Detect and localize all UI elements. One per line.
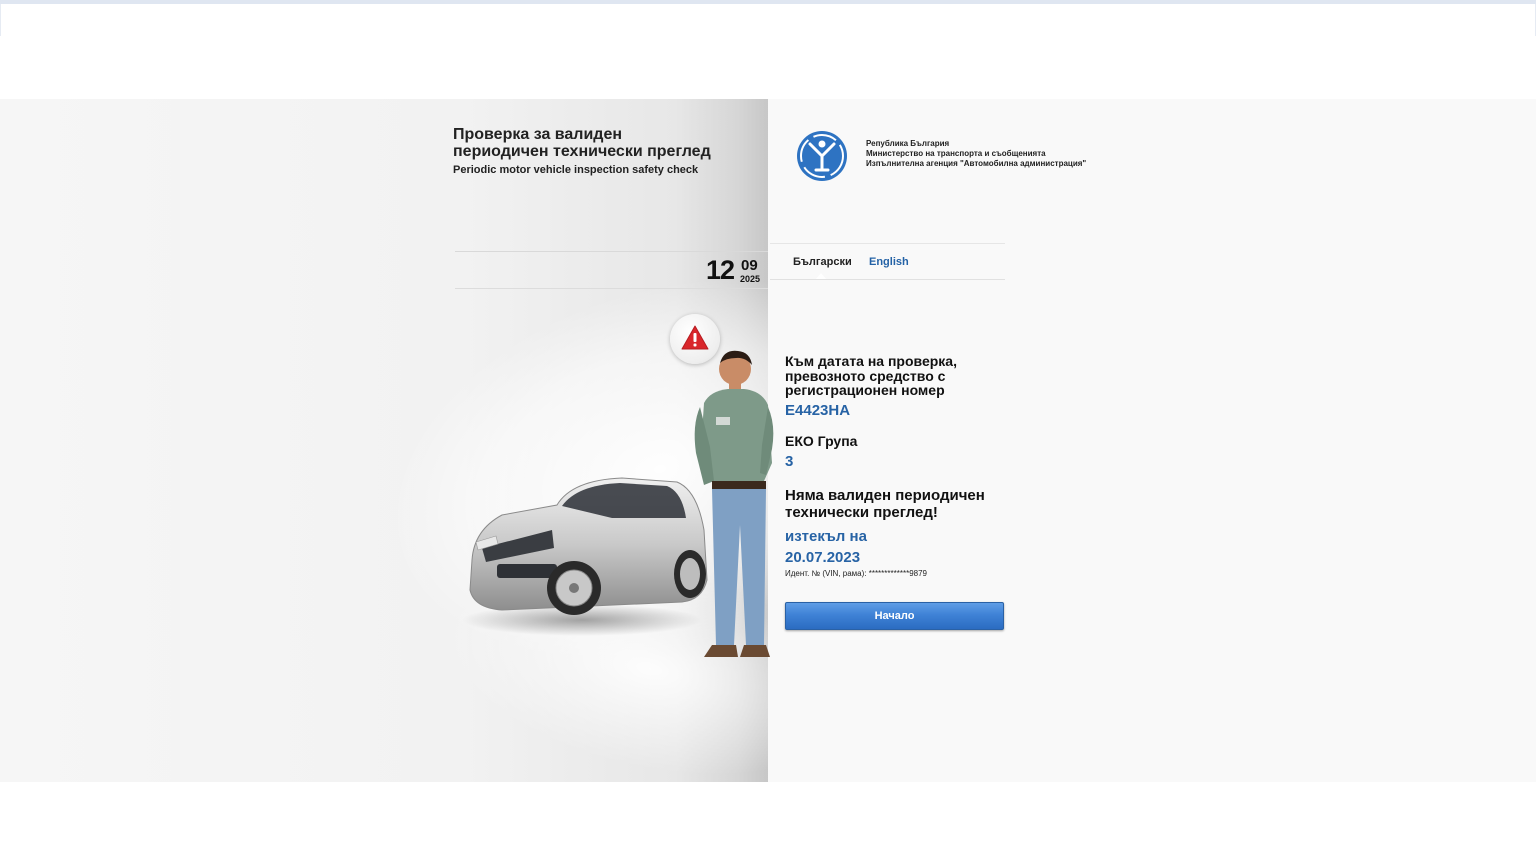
divider [770,243,1005,244]
expired-label: изтекъл на [785,527,867,545]
active-language-caret [816,273,826,279]
divider [770,279,1005,280]
agency-name: Република България Министерство на транс… [866,139,1086,169]
no-valid-inspection-warning: Няма валиден периодичен технически прегл… [785,487,1025,521]
agency-logo-icon [797,131,847,181]
date-day: 12 [706,255,735,285]
expired-date: 20.07.2023 [785,548,861,566]
inspector-illustration [694,350,774,657]
start-button[interactable]: Начало [785,602,1004,630]
current-date: 12 09 2025 [706,255,768,287]
page-title: Проверка за валиден периодичен техническ… [453,126,753,176]
vin-text: Идент. № (VIN, рама): *************9879 [785,568,927,578]
title-line-2: периодичен технически преглед [453,143,711,160]
result-label: Към датата на проверка, превозното средс… [785,354,1025,398]
agency-line-1: Република България [866,139,950,148]
date-year: 2025 [740,274,761,284]
car-illustration [462,477,708,636]
inspection-result: Към датата на проверка, превозното средс… [785,354,1025,578]
registration-plate: Е4423НА [785,401,851,419]
warning-line-1: Няма валиден периодичен [785,486,985,504]
warning-line-2: технически преглед! [785,503,938,521]
language-english-link[interactable]: English [869,256,909,268]
left-panel [0,99,768,782]
frame-edge-left [0,4,1,36]
expired-info: изтекъл на 20.07.2023 [785,526,1025,568]
page-title-en: Periodic motor vehicle inspection safety… [453,164,699,176]
browser-top-bar [0,0,1536,4]
divider [455,251,768,252]
title-line-1: Проверка за валиден [453,126,623,143]
agency-line-3: Изпълнителна агенция "Автомобилна админи… [866,159,1087,168]
divider [455,288,768,289]
eco-group-label: ЕКО Група [785,432,858,449]
agency-line-2: Министерство на транспорта и съобщенията [866,149,1046,158]
result-label-line-3: регистрационен номер [785,382,945,398]
language-bulgarian[interactable]: Български [793,256,852,268]
eco-group-value: 3 [785,452,794,470]
page-title-bg: Проверка за валиден периодичен техническ… [453,126,753,160]
date-month: 09 [741,257,758,274]
